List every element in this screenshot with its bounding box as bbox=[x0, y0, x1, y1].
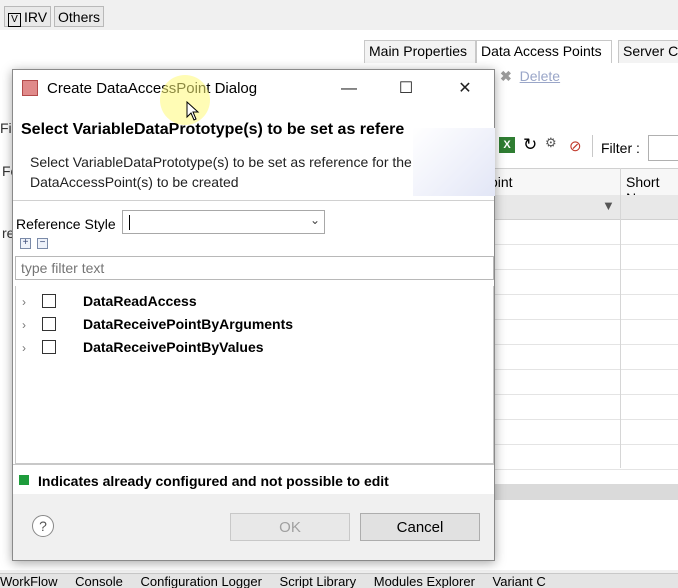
tree-checkbox[interactable] bbox=[42, 340, 56, 354]
chevron-right-icon[interactable]: › bbox=[22, 318, 26, 332]
irv-icon: V bbox=[8, 13, 21, 27]
grid-header: oint Short Na bbox=[480, 168, 678, 206]
dialog-titlebar[interactable]: Create DataAccessPoint Dialog — ☐ ✕ bbox=[13, 70, 494, 108]
grid-filter-input[interactable] bbox=[648, 135, 678, 161]
table-row[interactable] bbox=[480, 220, 678, 245]
table-row[interactable] bbox=[480, 395, 678, 420]
refresh-icon[interactable]: ↻ bbox=[523, 135, 537, 155]
chevron-right-icon[interactable]: › bbox=[22, 341, 26, 355]
tab-others[interactable]: Others bbox=[54, 6, 105, 27]
tab-configuration-logger[interactable]: Configuration Logger bbox=[141, 574, 262, 588]
settings-icon[interactable]: ⚙ bbox=[545, 135, 557, 151]
tree-item-label: DataReceivePointByArguments bbox=[83, 316, 294, 332]
tree-checkbox[interactable] bbox=[42, 317, 56, 331]
ok-button[interactable]: OK bbox=[230, 513, 350, 541]
delete-action[interactable]: ✖ Delete bbox=[500, 68, 560, 85]
table-row[interactable] bbox=[480, 295, 678, 320]
dialog-header: Select VariableDataPrototype(s) to be se… bbox=[13, 108, 495, 196]
filter-input[interactable] bbox=[15, 256, 494, 280]
table-row[interactable] bbox=[480, 345, 678, 370]
header-banner-image bbox=[413, 128, 495, 196]
tab-server[interactable]: Server C bbox=[618, 40, 678, 63]
help-icon[interactable]: ? bbox=[32, 515, 54, 537]
app-icon bbox=[22, 80, 38, 96]
chevron-right-icon[interactable]: › bbox=[22, 295, 26, 309]
header-title: Select VariableDataPrototype(s) to be se… bbox=[21, 121, 405, 138]
tree-checkbox[interactable] bbox=[42, 294, 56, 308]
legend-text: Indicates already configured and not pos… bbox=[38, 473, 389, 489]
dialog-title: Create DataAccessPoint Dialog bbox=[47, 80, 258, 97]
grid-toolbar: X ↻ ⚙ ⊘ Filter : bbox=[493, 135, 678, 163]
table-row[interactable] bbox=[480, 320, 678, 345]
grid-filter-row: ▼ bbox=[480, 195, 678, 220]
editor-tabs: Main Properties Data Access Points Serve… bbox=[362, 40, 678, 63]
tab-console[interactable]: Console bbox=[75, 574, 123, 588]
delete-icon: ✖ bbox=[500, 68, 512, 84]
bottom-view-tabs: WorkFlow Console Configuration Logger Sc… bbox=[0, 573, 678, 588]
reference-style-label: Reference Style bbox=[16, 216, 116, 232]
tab-script-library[interactable]: Script Library bbox=[280, 574, 357, 588]
horizontal-scrollbar[interactable] bbox=[480, 484, 678, 500]
mouse-pointer-icon bbox=[186, 100, 200, 127]
tab-irv[interactable]: V IRV bbox=[4, 6, 52, 27]
table-row[interactable] bbox=[480, 245, 678, 270]
header-description: Select VariableDataPrototype(s) to be se… bbox=[30, 154, 412, 190]
close-button[interactable]: ✕ bbox=[445, 76, 485, 102]
tree-item-label: DataReadAccess bbox=[83, 293, 197, 309]
reference-style-select[interactable]: ⌄ bbox=[122, 210, 325, 234]
text-caret bbox=[129, 215, 130, 230]
create-dataaccesspoint-dialog: Create DataAccessPoint Dialog — ☐ ✕ Sele… bbox=[12, 69, 495, 561]
tree-item-label: DataReceivePointByValues bbox=[83, 339, 264, 355]
tree-item[interactable]: › DataReadAccess bbox=[16, 292, 486, 314]
cancel-button[interactable]: Cancel bbox=[360, 513, 480, 541]
expand-all-icon[interactable]: + bbox=[20, 238, 31, 249]
cursor-highlight bbox=[160, 75, 210, 125]
tree-item[interactable]: › DataReceivePointByValues bbox=[16, 338, 486, 360]
tab-main-properties[interactable]: Main Properties bbox=[364, 40, 476, 63]
clear-filter-icon[interactable]: ⊘ bbox=[569, 137, 582, 155]
configured-indicator-swatch bbox=[19, 475, 29, 485]
toolbar-divider bbox=[592, 135, 593, 157]
filter-label: Filter : bbox=[601, 140, 640, 156]
table-row[interactable] bbox=[480, 270, 678, 295]
minimize-button[interactable]: — bbox=[329, 76, 369, 102]
top-tab-strip: V IRV Others bbox=[0, 0, 678, 31]
excel-icon[interactable]: X bbox=[499, 137, 515, 153]
tree-item[interactable]: › DataReceivePointByArguments bbox=[16, 315, 486, 337]
tab-data-access-points[interactable]: Data Access Points bbox=[476, 40, 612, 63]
column-divider bbox=[620, 168, 621, 468]
maximize-button[interactable]: ☐ bbox=[386, 76, 426, 102]
dialog-footer: ? OK Cancel bbox=[13, 494, 494, 560]
table-row[interactable] bbox=[480, 420, 678, 445]
tab-variant[interactable]: Variant C bbox=[493, 574, 546, 588]
header-separator bbox=[13, 200, 494, 201]
collapse-all-icon[interactable]: − bbox=[37, 238, 48, 249]
prototype-tree: › DataReadAccess › DataReceivePointByArg… bbox=[15, 286, 494, 464]
tab-workflow[interactable]: WorkFlow bbox=[0, 574, 58, 588]
table-row[interactable] bbox=[480, 445, 678, 470]
chevron-down-icon: ⌄ bbox=[309, 213, 320, 227]
table-row[interactable] bbox=[480, 370, 678, 395]
tab-modules-explorer[interactable]: Modules Explorer bbox=[374, 574, 475, 588]
legend: Indicates already configured and not pos… bbox=[13, 464, 494, 495]
funnel-icon[interactable]: ▼ bbox=[602, 198, 615, 213]
